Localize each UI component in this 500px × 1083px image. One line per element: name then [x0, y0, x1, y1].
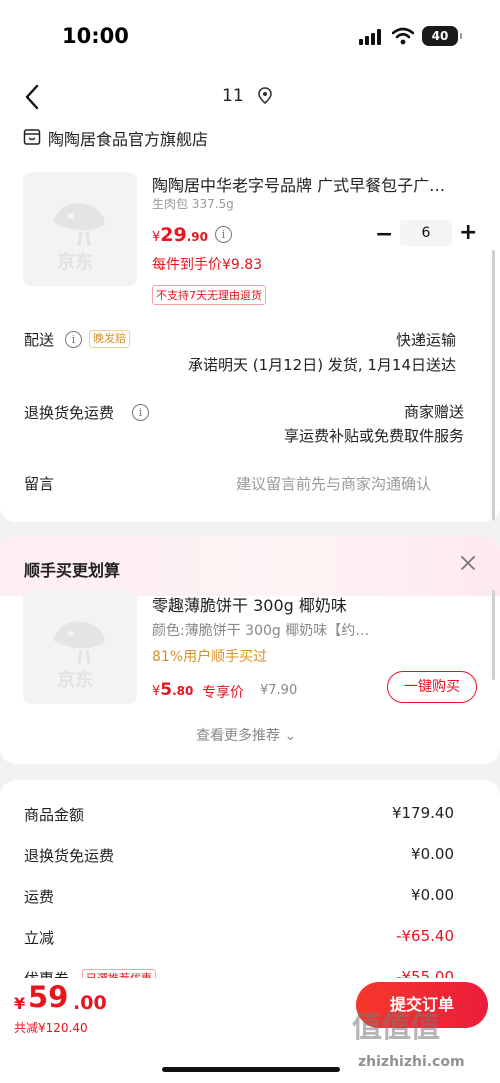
product-image[interactable]: 京东 — [23, 172, 137, 286]
more-recommend-label: 查看更多推荐 — [196, 728, 280, 744]
scrollbar[interactable] — [492, 250, 495, 520]
product-title[interactable]: 陶陶居中华老字号品牌 广式早餐包子广… — [152, 172, 470, 196]
total-integer: 59 — [28, 980, 69, 1014]
summary-label: 运费 — [24, 888, 55, 906]
more-recommend-link[interactable]: 查看更多推荐 ⌄ — [196, 725, 296, 745]
recommend-image[interactable]: 京东 — [23, 590, 137, 704]
return-shipping-value: 商家赠送 — [403, 403, 464, 421]
summary-label: 立减 — [24, 929, 55, 947]
summary-value: ¥179.40 — [391, 804, 454, 822]
home-indicator[interactable] — [162, 1067, 340, 1072]
no-return-badge: 不支持7天无理由退货 — [152, 285, 266, 305]
recommend-price: ¥5.80 — [152, 680, 193, 700]
page-title: 11 — [222, 86, 244, 106]
shop-name[interactable]: 陶陶居食品官方旗舰店 — [48, 126, 208, 150]
summary-value: -¥65.40 — [396, 927, 454, 945]
store-icon — [23, 129, 41, 145]
recommend-percent: 81%用户顺手买过 — [152, 649, 268, 665]
scrollbar[interactable] — [492, 590, 495, 680]
delivery-method[interactable]: 快递运输 — [396, 329, 456, 350]
chevron-left-icon[interactable] — [18, 82, 48, 112]
return-shipping-detail: 享运费补贴或免费取件服务 — [283, 427, 464, 445]
cellular-signal-icon — [359, 29, 381, 45]
thumb-watermark: 京东 — [57, 670, 93, 691]
watermark-logo: 值值值 — [352, 1010, 440, 1045]
recommend-title: 顺手买更划算 — [24, 561, 121, 580]
delivery-info-icon[interactable]: i — [65, 331, 82, 348]
recommend-product-name[interactable]: 零趣薄脆饼干 300g 椰奶味 — [152, 592, 347, 616]
status-bar: 10:00 40 — [0, 0, 500, 70]
original-price: ¥7.90 — [260, 683, 298, 698]
late-compensation-badge[interactable]: 晚发赔 — [89, 330, 130, 348]
summary-value: ¥0.00 — [411, 845, 454, 863]
quantity-minus-button[interactable]: − — [375, 222, 393, 247]
delivery-promise: 承诺明天 (1月12日) 发货, 1月14日送达 — [187, 356, 456, 374]
price-decimal: .80 — [172, 684, 194, 698]
recommend-product-spec: 颜色:薄脆饼干 300g 椰奶味【约… — [152, 623, 370, 639]
watermark-url: zhizhizhi.com — [358, 1054, 465, 1070]
note-label: 留言 — [24, 475, 55, 493]
status-time: 10:00 — [62, 24, 129, 48]
product-spec: 生肉包 337.5g — [152, 197, 234, 211]
return-shipping-info-icon[interactable]: i — [132, 404, 149, 421]
quantity-input[interactable]: 6 — [400, 220, 452, 246]
location-pin-icon[interactable] — [257, 87, 273, 105]
summary-value: ¥0.00 — [411, 886, 454, 904]
total-saved: 共减¥120.40 — [14, 1021, 88, 1035]
wifi-icon — [392, 27, 414, 45]
price-integer: 5 — [160, 680, 173, 700]
price-decimal: .90 — [186, 230, 208, 244]
chevron-down-icon: ⌄ — [284, 728, 297, 744]
close-icon[interactable] — [458, 553, 478, 573]
return-shipping-label: 退换货免运费 — [24, 404, 115, 422]
battery-icon: 40 — [422, 26, 462, 46]
one-click-buy-button[interactable]: 一键购买 — [387, 671, 477, 703]
note-input[interactable]: 建议留言前先与商家沟通确认 — [236, 473, 431, 494]
quantity-plus-button[interactable]: + — [459, 220, 477, 245]
product-price: ¥29.90 — [152, 224, 208, 246]
total-symbol: ¥ — [14, 994, 26, 1013]
summary-label: 退换货免运费 — [24, 847, 115, 865]
each-price: 每件到手价¥9.83 — [152, 257, 263, 273]
price-integer: 29 — [160, 224, 187, 246]
thumb-watermark: 京东 — [57, 252, 93, 273]
delivery-label: 配送 — [24, 331, 55, 349]
summary-label: 商品金额 — [24, 806, 85, 824]
total-decimal: .00 — [73, 992, 107, 1014]
price-info-icon[interactable]: i — [215, 226, 232, 243]
exclusive-price-label: 专享价 — [202, 685, 244, 701]
